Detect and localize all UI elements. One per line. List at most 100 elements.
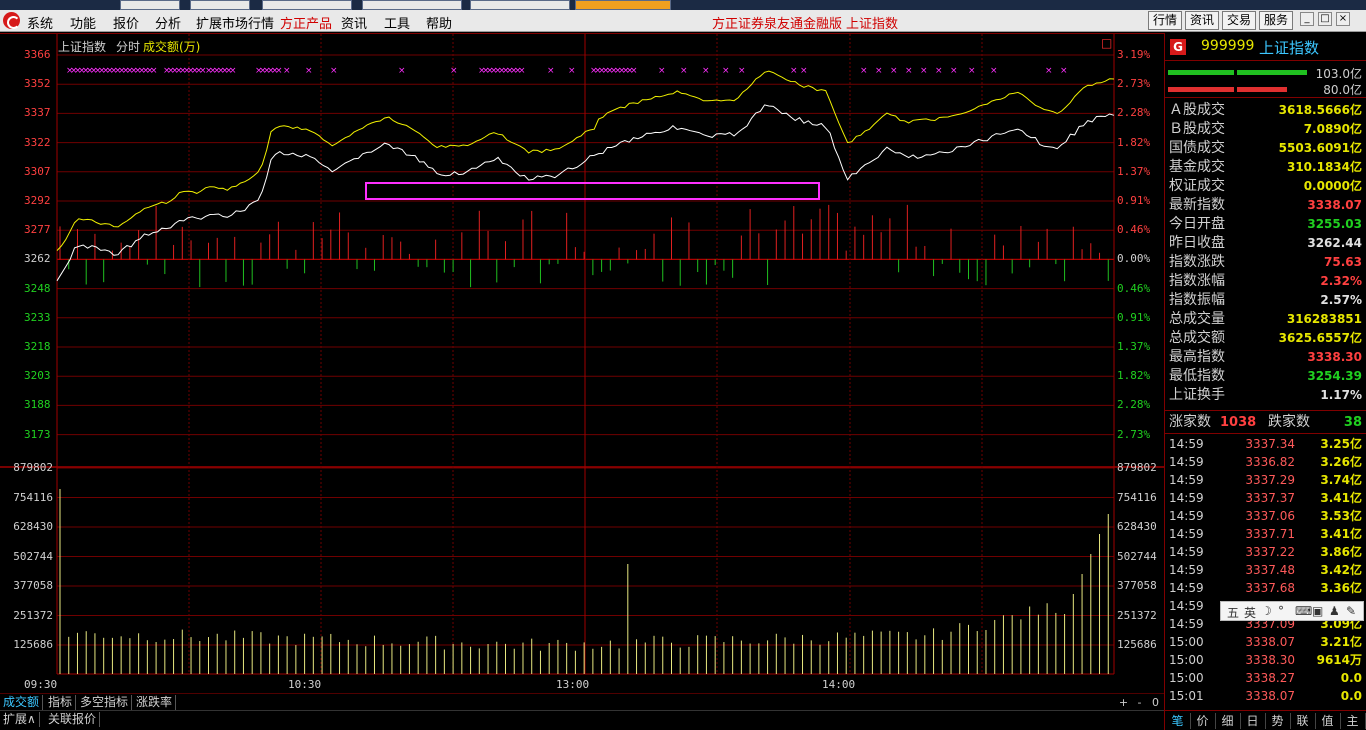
taskbar-tab[interactable] — [262, 0, 352, 10]
tab-expand[interactable]: 扩展∧ — [0, 712, 40, 727]
menu-function[interactable]: 功能 — [70, 13, 96, 32]
volume-axis-label: 125686 — [1117, 638, 1157, 651]
tab-turnover[interactable]: 成交额 — [0, 695, 44, 710]
tick-price: 3338.07 — [1245, 689, 1295, 703]
stat-value: 1.17% — [1320, 388, 1362, 402]
percent-axis-label: 2.28% — [1117, 106, 1151, 120]
menu-tools[interactable]: 工具 — [384, 13, 410, 32]
stat-value: 3618.5666亿 — [1278, 103, 1362, 117]
zoom-in-button[interactable]: + — [1117, 696, 1130, 709]
stat-label: 总成交额 — [1169, 330, 1225, 346]
reset-button[interactable]: 0 — [1149, 696, 1162, 709]
stat-label: 指数振幅 — [1169, 292, 1225, 308]
top-taskbar-strip — [0, 0, 1366, 10]
tick-time: 14:59 — [1169, 491, 1204, 505]
menu-help[interactable]: 帮助 — [426, 13, 452, 32]
signal-marker: × — [800, 66, 808, 76]
panel-tab[interactable]: 细 — [1215, 713, 1241, 729]
tick-price: 3338.30 — [1245, 653, 1295, 667]
taskbar-tab[interactable] — [120, 0, 180, 10]
tick-amount: 3.36亿 — [1320, 581, 1362, 595]
panel-tab[interactable]: 价 — [1190, 713, 1216, 729]
signal-marker: × — [702, 66, 710, 76]
ime-item[interactable]: ⌨ — [1295, 604, 1312, 618]
chart-toggle-icon[interactable]: □ — [1101, 36, 1112, 50]
ime-item[interactable]: ☽ — [1261, 604, 1272, 618]
signal-marker: × — [860, 66, 868, 76]
news-button[interactable]: 资讯 — [1185, 11, 1219, 30]
zoom-out-button[interactable]: - — [1133, 696, 1146, 709]
buy-strength-bar — [1237, 70, 1307, 75]
service-button[interactable]: 服务 — [1259, 11, 1293, 30]
price-axis-label: 3233 — [24, 310, 51, 324]
ime-item[interactable]: 五 — [1227, 604, 1239, 621]
price-axis-label: 3262 — [24, 252, 51, 266]
ime-toolbar[interactable]: 五英 ☽ ° ⌨ ▣ ♟ ✎ — [1220, 601, 1364, 621]
panel-tab[interactable]: 值 — [1315, 713, 1341, 729]
quote-button[interactable]: 行情 — [1148, 11, 1182, 30]
maximize-button[interactable]: □ — [1318, 12, 1332, 26]
signal-marker: × — [630, 66, 638, 76]
tab-related-quotes[interactable]: 关联报价 — [45, 712, 101, 727]
percent-axis-label: 2.73% — [1117, 427, 1151, 441]
ime-item[interactable]: ♟ — [1329, 604, 1340, 618]
menu-quote[interactable]: 报价 — [113, 13, 139, 32]
panel-tab[interactable]: 势 — [1265, 713, 1291, 729]
tick-price: 3338.07 — [1245, 635, 1295, 649]
tab-indicator[interactable]: 指标 — [45, 695, 77, 710]
volume-axis-label: 377058 — [1117, 579, 1157, 592]
menu-extended-market[interactable]: 扩展市场行情 — [196, 13, 274, 32]
panel-tab[interactable]: 日 — [1240, 713, 1266, 729]
tick-amount: 3.86亿 — [1320, 545, 1362, 559]
panel-tab[interactable]: 联 — [1290, 713, 1316, 729]
tick-amount: 3.41亿 — [1320, 491, 1362, 505]
tick-amount: 0.0 — [1340, 671, 1362, 685]
menu-news[interactable]: 资讯 — [341, 13, 367, 32]
menu-system[interactable]: 系统 — [27, 13, 53, 32]
ime-item[interactable]: ✎ — [1346, 604, 1356, 618]
chart-canvas[interactable]: ×××××××××××××××××××××× ××××××××××××××××× ×… — [0, 34, 1164, 694]
security-code: 999999 — [1201, 38, 1255, 54]
tick-amount: 3.74亿 — [1320, 473, 1362, 487]
tab-advance-decline[interactable]: 涨跌率 — [133, 695, 177, 710]
signal-marker: × — [229, 66, 237, 76]
bar1-value: 103.0亿 — [1315, 67, 1362, 81]
volume-axis-label: 628430 — [1117, 520, 1157, 533]
selection-box — [365, 182, 820, 200]
signal-marker: × — [518, 66, 526, 76]
tick-time: 14:59 — [1169, 617, 1204, 631]
quote-panel: G 999999 上证指数 103.0亿 80.0亿 Ａ股成交 3618.5666… — [1164, 33, 1366, 730]
ime-item[interactable]: 英 — [1244, 604, 1256, 621]
tick-amount: 3.42亿 — [1320, 563, 1362, 577]
signal-marker: × — [330, 66, 338, 76]
taskbar-tab[interactable] — [190, 0, 250, 10]
percent-axis-label: 0.00% — [1117, 252, 1151, 266]
stat-label: 总成交量 — [1169, 311, 1225, 327]
price-axis-label: 3188 — [24, 398, 51, 412]
tab-long-short[interactable]: 多空指标 — [77, 695, 133, 710]
panel-tab[interactable]: 笔 — [1165, 713, 1191, 729]
intraday-chart[interactable]: × × × × × × × × × × × × × × × × × × × × × × × × × × × × × × × × × × × × × × × ×… — [0, 33, 1164, 693]
stat-label: 上证换手 — [1169, 387, 1225, 403]
app-logo-icon[interactable] — [3, 12, 20, 29]
trade-button[interactable]: 交易 — [1222, 11, 1256, 30]
menu-analysis[interactable]: 分析 — [155, 13, 181, 32]
panel-tab[interactable]: 主 — [1340, 713, 1366, 729]
signal-marker: × — [275, 66, 283, 76]
volume-axis-label: 879802 — [13, 461, 53, 474]
close-button[interactable]: × — [1336, 12, 1350, 26]
signal-marker: × — [968, 66, 976, 76]
taskbar-tab[interactable] — [470, 0, 570, 10]
tick-price: 3337.37 — [1245, 491, 1295, 505]
panel-tabs: 笔价细日势联值主 — [1165, 710, 1366, 730]
taskbar-tab[interactable] — [362, 0, 462, 10]
signal-marker: × — [658, 66, 666, 76]
taskbar-tab[interactable] — [575, 0, 671, 10]
stat-label: 基金成交 — [1169, 159, 1225, 175]
menu-founder-products[interactable]: 方正产品 — [280, 13, 332, 32]
ime-item[interactable]: ▣ — [1312, 604, 1323, 618]
ime-item[interactable]: ° — [1278, 604, 1284, 618]
volume-axis-label: 377058 — [13, 579, 53, 592]
price-axis-label: 3203 — [24, 369, 51, 383]
minimize-button[interactable]: _ — [1300, 12, 1314, 26]
